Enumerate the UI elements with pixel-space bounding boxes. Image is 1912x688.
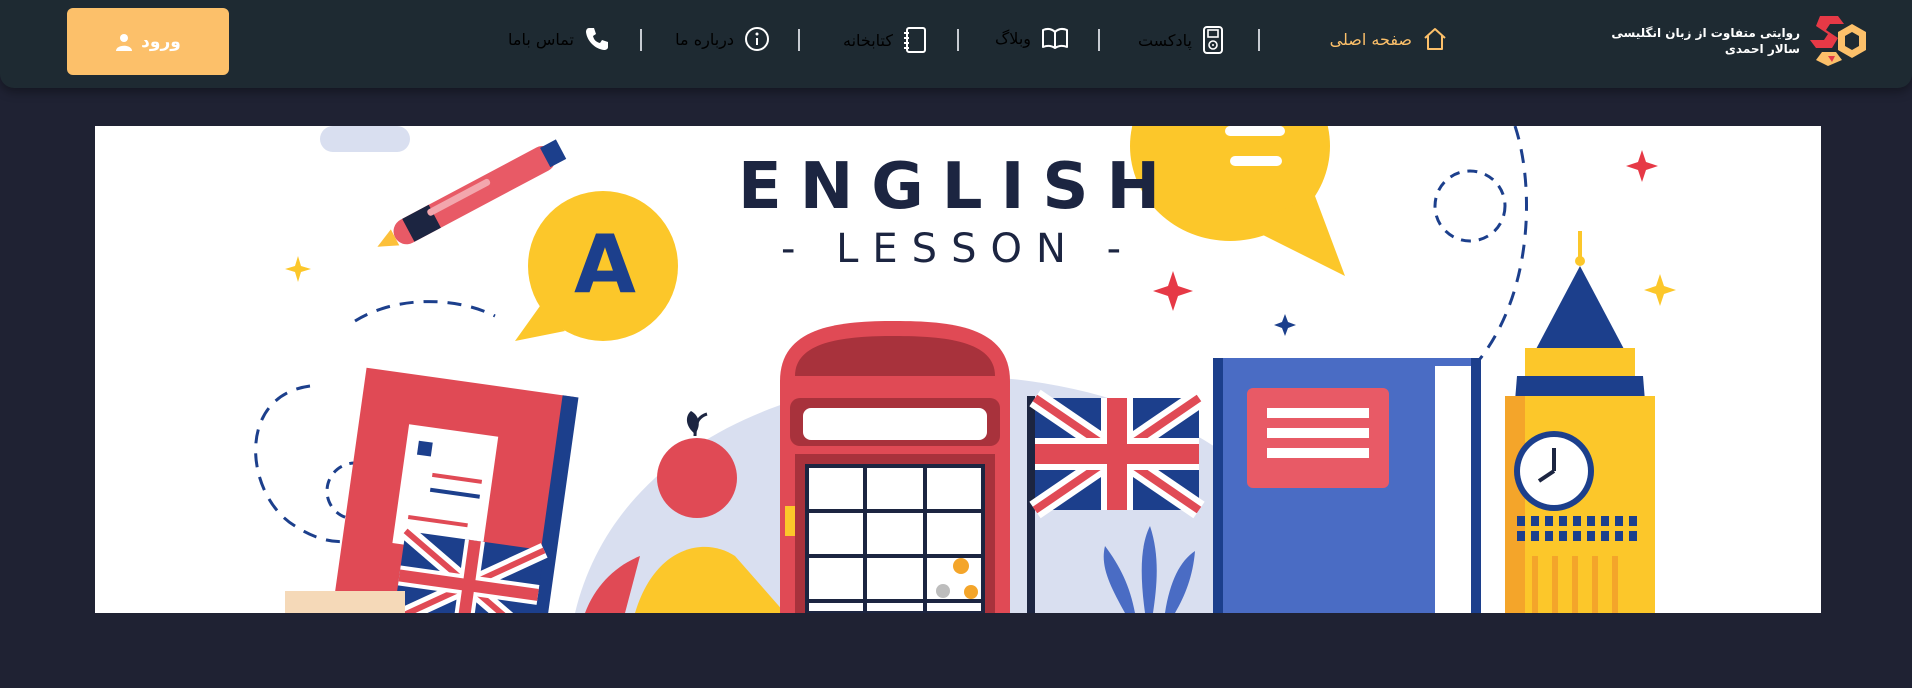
logo-icon bbox=[1810, 16, 1866, 66]
nav-separator bbox=[1258, 29, 1260, 51]
banner-title: ENGLISH bbox=[737, 150, 1179, 224]
nav-label-about: درباره ما bbox=[675, 29, 734, 49]
nav-label-blog: وبلاگ bbox=[994, 28, 1031, 48]
top-navigation-bar: ورود صفحه اصلی پادکست وبلاگ کتابخانه درب… bbox=[0, 0, 1912, 88]
login-button[interactable]: ورود bbox=[67, 8, 229, 75]
user-icon bbox=[116, 33, 133, 51]
nav-item-library[interactable]: کتابخانه bbox=[843, 26, 927, 54]
logo-author: سالار احمدی bbox=[1724, 42, 1800, 56]
nav-separator bbox=[957, 29, 959, 51]
nav-label-home: صفحه اصلی bbox=[1329, 29, 1412, 49]
banner-subtitle: - LESSON - bbox=[780, 226, 1136, 272]
ipod-icon bbox=[1203, 26, 1223, 54]
home-icon bbox=[1424, 28, 1446, 50]
bubble-letter: A bbox=[574, 218, 636, 311]
nav-item-blog[interactable]: وبلاگ bbox=[995, 26, 1069, 50]
logo-text: روایتی متفاوت از زبان انگلیسی سالار احمد… bbox=[1611, 25, 1800, 57]
nav-label-contact: تماس باما bbox=[508, 29, 574, 49]
nav-item-home[interactable]: صفحه اصلی bbox=[1330, 26, 1448, 52]
info-icon bbox=[745, 27, 769, 51]
book-open-icon bbox=[1042, 27, 1068, 49]
nav-item-contact[interactable]: تماس باما bbox=[508, 26, 610, 52]
nav-label-library: کتابخانه bbox=[842, 30, 893, 50]
hero-banner: ENGLISH - LESSON - A bbox=[95, 126, 1821, 613]
notebook-icon bbox=[904, 27, 926, 53]
nav-separator bbox=[1098, 29, 1100, 51]
site-logo[interactable]: روایتی متفاوت از زبان انگلیسی سالار احمد… bbox=[1611, 12, 1870, 70]
phone-icon bbox=[586, 28, 608, 50]
nav-separator bbox=[798, 29, 800, 51]
nav-item-about[interactable]: درباره ما bbox=[675, 26, 770, 52]
login-label: ورود bbox=[141, 31, 181, 52]
logo-tagline: روایتی متفاوت از زبان انگلیسی bbox=[1611, 26, 1800, 40]
nav-label-podcast: پادکست bbox=[1137, 30, 1192, 50]
nav-separator bbox=[640, 29, 642, 51]
nav-item-podcast[interactable]: پادکست bbox=[1138, 26, 1224, 54]
